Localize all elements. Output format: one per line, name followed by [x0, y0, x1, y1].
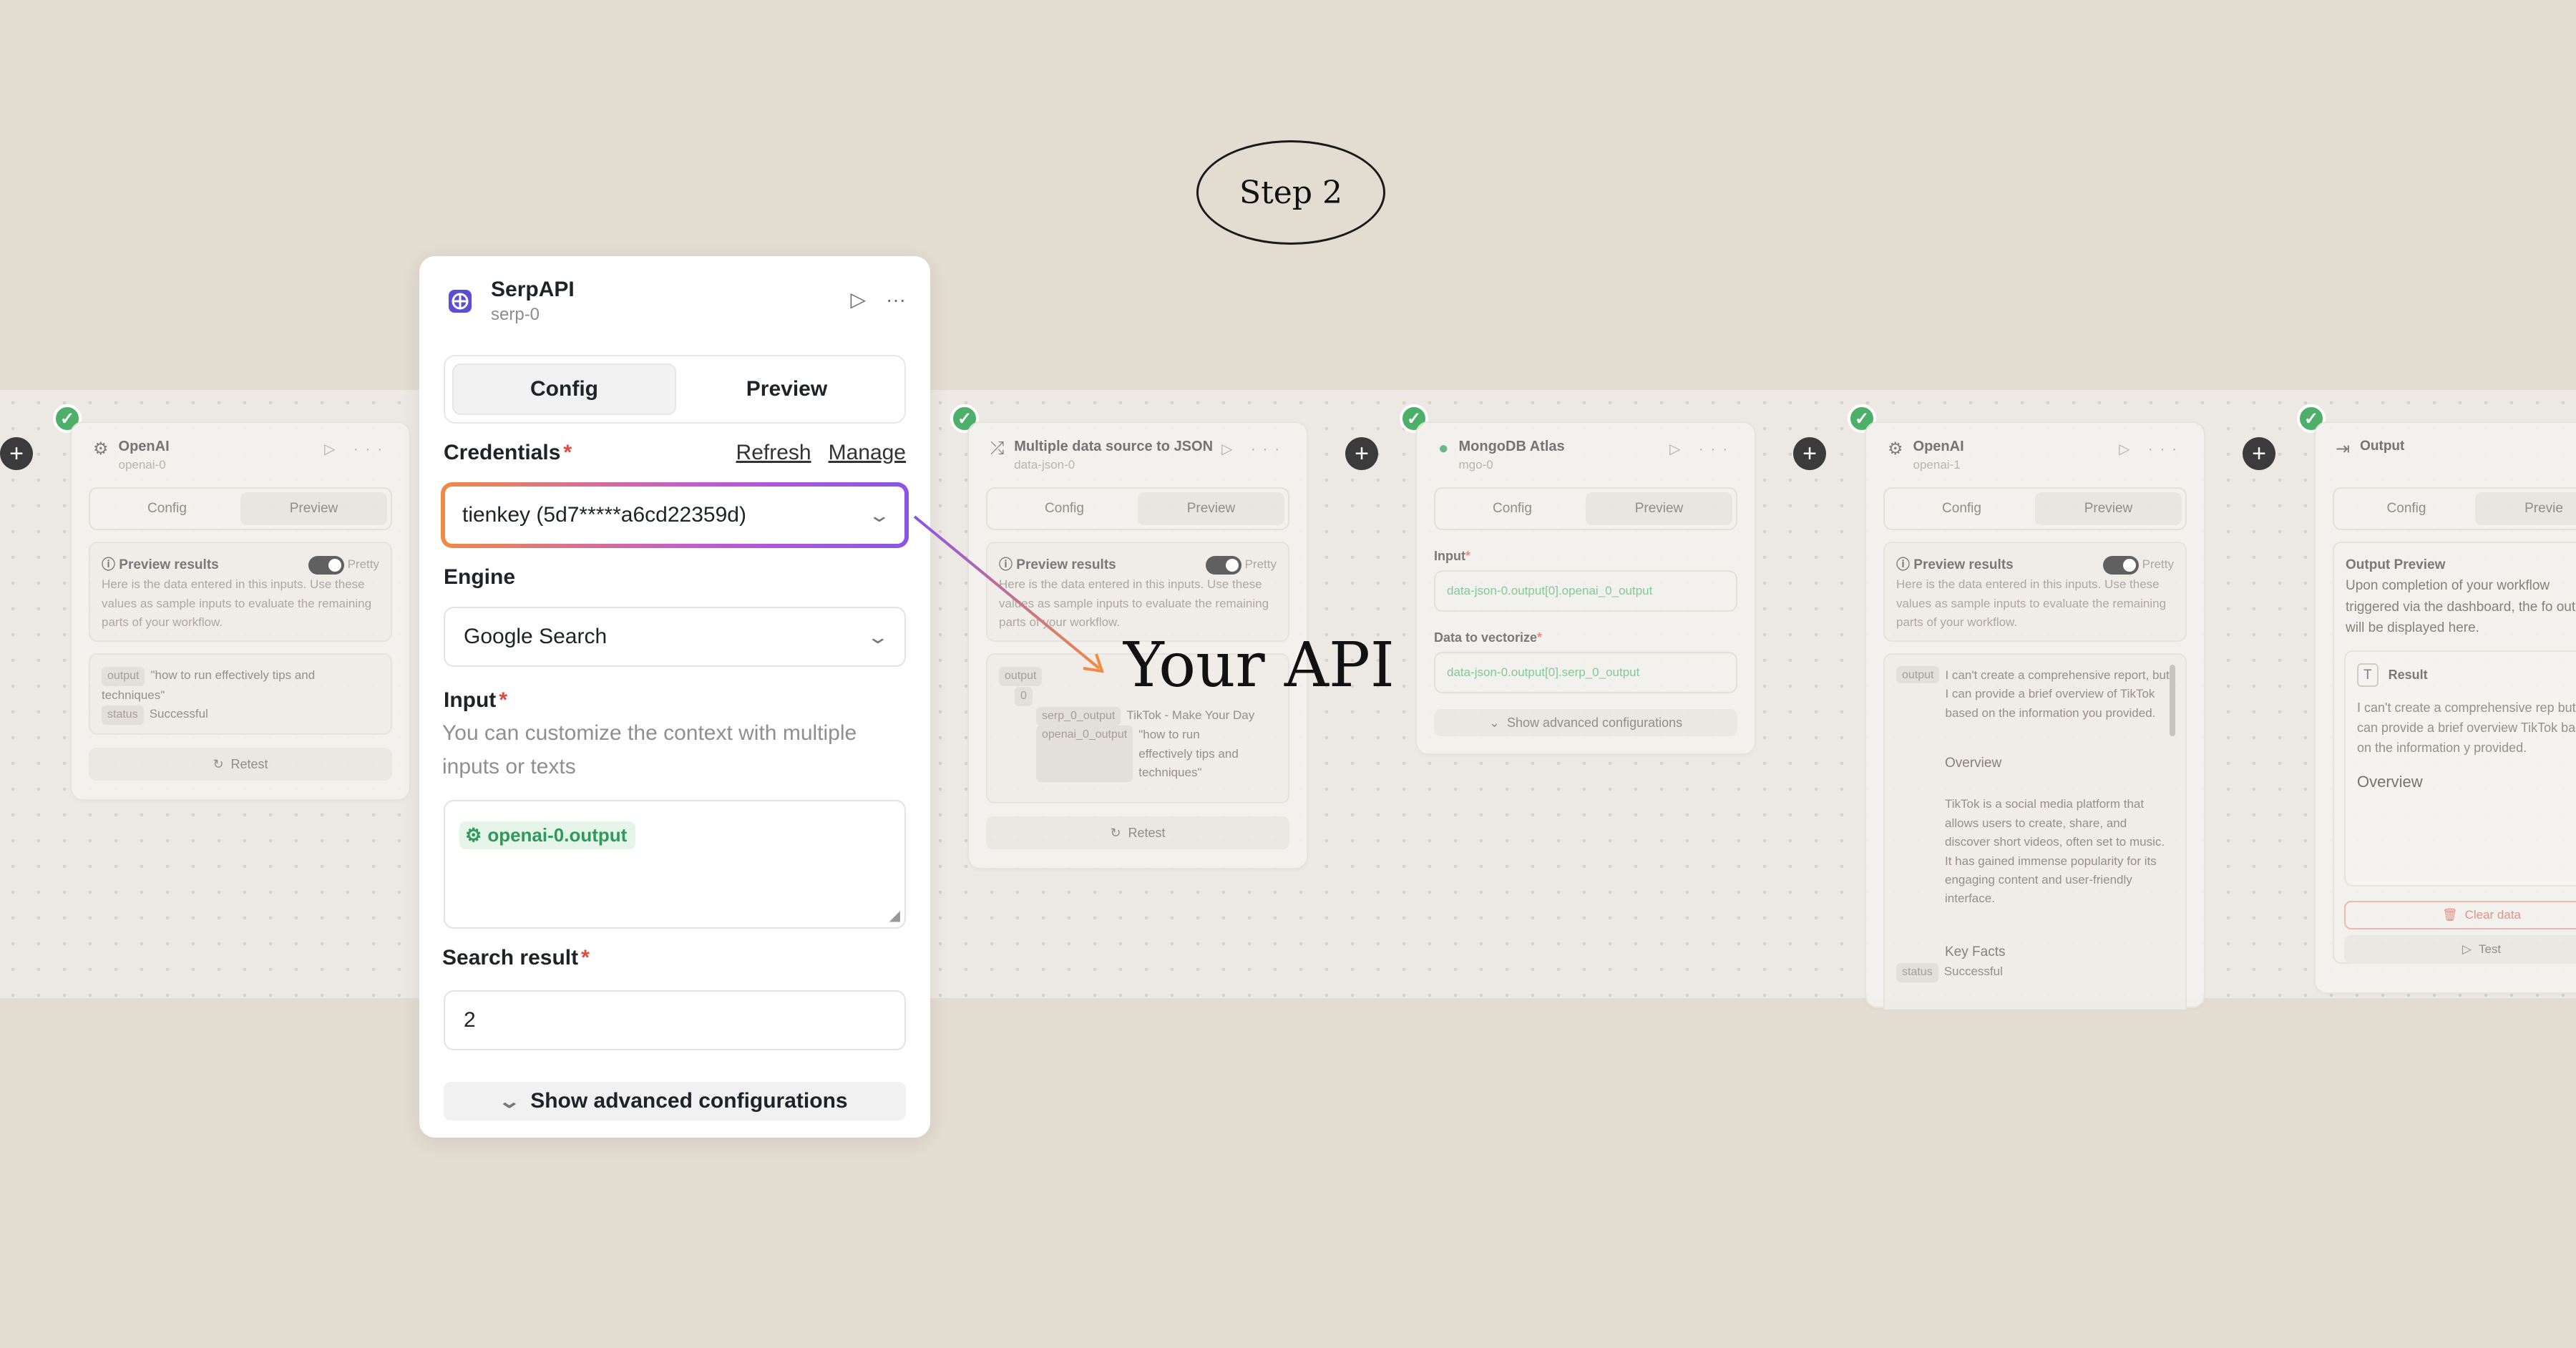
annotation-text: Your API	[1123, 630, 1395, 701]
